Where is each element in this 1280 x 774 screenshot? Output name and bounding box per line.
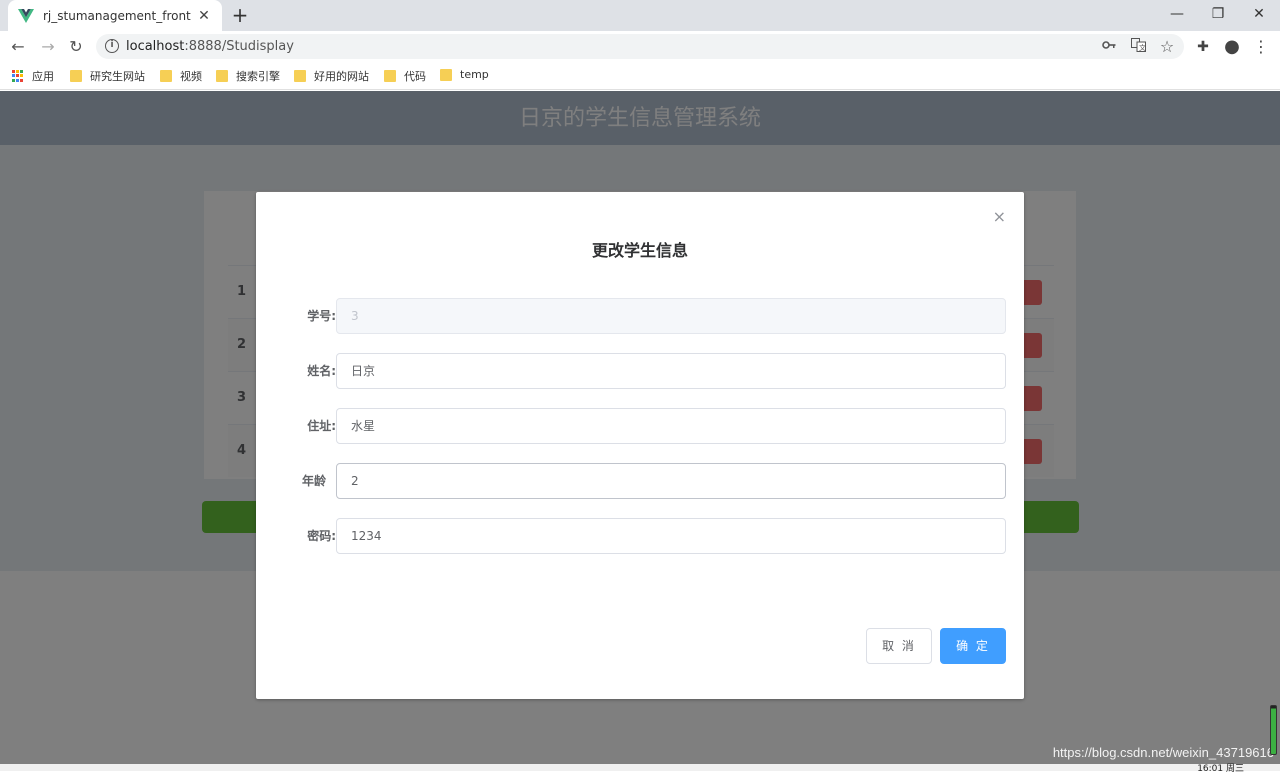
key-icon[interactable]	[1100, 38, 1118, 56]
name-field[interactable]: 日京	[336, 353, 1006, 389]
url-host: localhost	[126, 39, 185, 54]
form-item-name: 姓名: 日京	[256, 353, 1024, 389]
bookmark-apps[interactable]: 应用	[12, 68, 54, 84]
browser-menu-icon[interactable]: ⋮	[1250, 37, 1272, 57]
folder-icon	[216, 70, 228, 82]
window-close-button[interactable]: ✕	[1238, 0, 1280, 31]
bookmark-label: 视频	[180, 70, 202, 83]
vue-logo-icon	[18, 8, 34, 23]
browser-tab[interactable]: rj_stumanagement_front ✕	[8, 0, 222, 31]
tab-close-icon[interactable]: ✕	[196, 8, 212, 24]
tab-title: rj_stumanagement_front	[43, 8, 191, 23]
url-text: localhost:8888/Studisplay	[126, 39, 294, 54]
minimize-button[interactable]: —	[1156, 0, 1198, 31]
new-tab-button[interactable]: +	[230, 4, 250, 26]
confirm-button[interactable]: 确 定	[940, 628, 1006, 664]
url-path: :8888/Studisplay	[184, 39, 294, 54]
password-label: 密码:	[307, 529, 336, 543]
bookmark-folder[interactable]: 搜索引擎	[216, 68, 280, 84]
address-field[interactable]: 水星	[336, 408, 1006, 444]
folder-icon	[70, 70, 82, 82]
bookmark-label: 搜索引擎	[236, 70, 280, 83]
bookmark-label: 好用的网站	[314, 70, 369, 83]
bookmark-folder[interactable]: temp	[440, 68, 489, 81]
site-info-icon[interactable]: i	[105, 39, 119, 53]
form-item-id: 学号: 3	[256, 298, 1024, 334]
extensions-icon[interactable]: ✚	[1192, 37, 1214, 57]
folder-icon	[294, 70, 306, 82]
taskbar-strip: 16:01 周三	[0, 764, 1280, 774]
svg-text:文: 文	[1139, 43, 1146, 52]
folder-icon	[384, 70, 396, 82]
address-bar[interactable]: i localhost:8888/Studisplay 文 ☆	[96, 34, 1184, 59]
edit-student-dialog: × 更改学生信息 学号: 3 姓名: 日京 住址: 水星 年龄 2 密码: 12…	[256, 192, 1024, 699]
watermark-text: https://blog.csdn.net/weixin_43719616	[1052, 745, 1274, 760]
password-field[interactable]: 1234	[336, 518, 1006, 554]
id-field: 3	[336, 298, 1006, 334]
translate-icon[interactable]: 文	[1129, 38, 1147, 56]
form-item-address: 住址: 水星	[256, 408, 1024, 444]
dialog-title: 更改学生信息	[591, 241, 688, 260]
profile-icon[interactable]: ●	[1221, 37, 1243, 57]
volume-indicator	[1270, 705, 1277, 755]
bookmark-label: 代码	[404, 70, 426, 83]
address-toolbar: ← → ↻ i localhost:8888/Studisplay 文 ☆ ✚ …	[0, 31, 1280, 62]
taskbar-clock: 16:01 周三	[1197, 764, 1244, 774]
bookmark-folder[interactable]: 好用的网站	[294, 68, 369, 84]
age-label: 年龄	[301, 474, 326, 488]
folder-icon	[440, 68, 452, 81]
bookmark-folder[interactable]: 代码	[384, 68, 426, 84]
folder-icon	[160, 70, 172, 82]
apps-icon	[12, 70, 24, 82]
bookmark-label: 应用	[32, 70, 54, 83]
forward-button[interactable]: →	[36, 35, 60, 59]
bookmark-folder[interactable]: 视频	[160, 68, 202, 84]
form-item-password: 密码: 1234	[256, 518, 1024, 554]
bookmarks-bar: 应用 研究生网站 视频 搜索引擎 好用的网站 代码 temp	[0, 62, 1280, 90]
age-field[interactable]: 2	[336, 463, 1006, 499]
dialog-close-icon[interactable]: ×	[993, 209, 1006, 225]
name-label: 姓名:	[307, 364, 336, 378]
bookmark-label: 研究生网站	[90, 70, 145, 83]
form-item-age: 年龄 2	[256, 463, 1024, 499]
back-button[interactable]: ←	[6, 35, 30, 59]
bookmark-star-icon[interactable]: ☆	[1158, 38, 1176, 56]
bookmark-label: temp	[460, 68, 489, 81]
cancel-button[interactable]: 取 消	[866, 628, 932, 664]
id-label: 学号:	[307, 309, 336, 323]
address-label: 住址:	[307, 419, 336, 433]
browser-tab-strip: rj_stumanagement_front ✕ + — ❐ ✕	[0, 0, 1280, 31]
reload-button[interactable]: ↻	[64, 35, 88, 59]
bookmark-folder[interactable]: 研究生网站	[70, 68, 145, 84]
restore-button[interactable]: ❐	[1197, 0, 1239, 31]
